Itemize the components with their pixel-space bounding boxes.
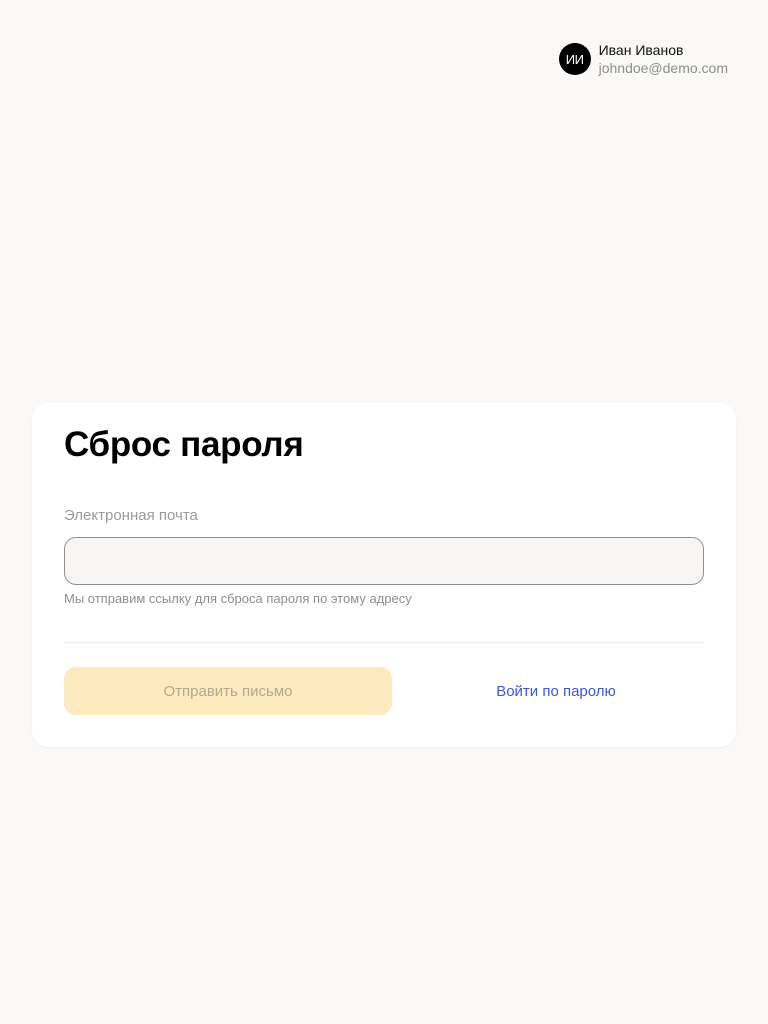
user-info: Иван Иванов johndoe@demo.com: [599, 41, 728, 77]
divider: [64, 642, 704, 643]
login-with-password-link[interactable]: Войти по паролю: [392, 667, 720, 715]
email-hint: Мы отправим ссылку для сброса пароля по …: [64, 591, 412, 606]
email-label: Электронная почта: [64, 507, 198, 524]
email-field[interactable]: [64, 537, 704, 585]
user-email: johndoe@demo.com: [598, 60, 728, 76]
password-reset-card: Сброс пароля Электронная почта Мы отправ…: [32, 403, 736, 747]
send-email-button[interactable]: Отправить письмо: [64, 667, 392, 715]
avatar: ИИ: [558, 43, 591, 75]
page-title: Сброс пароля: [64, 425, 304, 464]
user-name: Иван Иванов: [598, 42, 684, 58]
user-profile[interactable]: ИИ Иван Иванов johndoe@demo.com: [558, 41, 728, 77]
